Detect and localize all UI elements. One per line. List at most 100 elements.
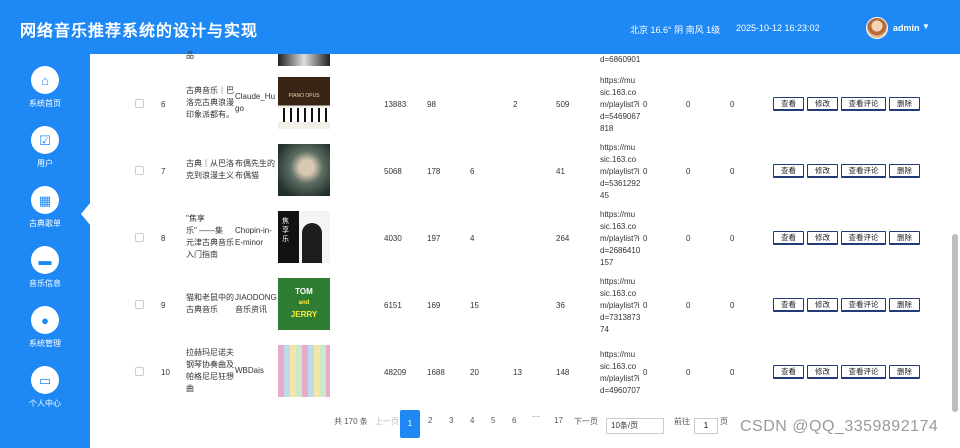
playlist-url-line: d=4960707: [600, 386, 641, 395]
playlist-author-line: go: [235, 104, 244, 113]
playlist-name: 拉赫玛尼诺夫 钢琴协奏曲及 帕格尼尼狂想曲: [186, 347, 236, 395]
playlist-url: d=6860901: [600, 55, 641, 64]
view-comments-button[interactable]: 查看评论: [841, 365, 886, 379]
prev-page-button[interactable]: 上一页: [375, 416, 399, 427]
row-checkbox[interactable]: [135, 166, 144, 175]
cover-text: JERRY: [290, 310, 318, 319]
view-button[interactable]: 查看: [773, 97, 804, 111]
playlist-name-line: 古典音乐: [186, 305, 218, 314]
playlist-author-line: WBDais: [235, 366, 264, 375]
table-row: 8 "焦享 乐" ——集 元津古典音乐 入门指南 Chopin-in- E-minor 焦享乐…: [0, 204, 920, 270]
view-button[interactable]: 查看: [773, 164, 804, 178]
playlist-name-line: 拉赫玛尼诺夫: [186, 348, 234, 357]
view-button[interactable]: 查看: [773, 231, 804, 245]
goto-page-input[interactable]: 1: [694, 418, 718, 434]
playlist-name-line: 洛克古典浪漫: [186, 98, 234, 107]
stat-cell: 15: [470, 301, 479, 310]
playlist-url-line: sic.163.co: [600, 88, 637, 97]
playlist-url-line: https://mu: [600, 277, 636, 286]
playlist-url-line: sic.163.co: [600, 362, 637, 371]
playlist-cover: [278, 144, 330, 196]
playlist-name: 古典｜从巴洛 克到浪漫主义: [186, 158, 236, 182]
playlist-url-line: 818: [600, 124, 614, 133]
cover-text: and: [298, 300, 310, 306]
playlist-url-line: sic.163.co: [600, 155, 637, 164]
playlist-name-line: 克到浪漫主义: [186, 171, 234, 180]
playlist-author-line: JIAODONG: [235, 293, 277, 302]
stat-cell: 0: [686, 167, 691, 176]
row-checkbox[interactable]: [135, 233, 144, 242]
view-comments-button[interactable]: 查看评论: [841, 164, 886, 178]
delete-button[interactable]: 删除: [889, 164, 920, 178]
app-title: 网络音乐推荐系统的设计与实现: [20, 23, 259, 40]
playlist-cover: 焦享乐: [278, 211, 330, 263]
playlist-name-line: 古典｜从巴洛: [186, 159, 234, 168]
playlist-url-line: https://mu: [600, 76, 636, 85]
delete-button[interactable]: 删除: [889, 298, 920, 312]
edit-button[interactable]: 修改: [807, 164, 838, 178]
chevron-down-icon[interactable]: ▼: [922, 22, 930, 31]
playlist-author: 布偶先生的 布偶猫: [235, 158, 281, 182]
playlist-name-line: 印象派都有。: [186, 110, 234, 119]
stat-cell: 0: [730, 234, 735, 243]
stat-cell: 13883: [384, 100, 407, 109]
user-name[interactable]: admin: [893, 23, 920, 33]
avatar[interactable]: [866, 17, 888, 39]
page-1-button[interactable]: 1: [400, 410, 420, 438]
playlist-url-line: sic.163.co: [600, 222, 637, 231]
edit-button[interactable]: 修改: [807, 231, 838, 245]
playlist-name: 猫和老鼠中的 古典音乐: [186, 292, 236, 316]
stat-cell: 0: [730, 100, 735, 109]
playlist-author-line: 音乐资讯: [235, 305, 267, 314]
playlist-name: "焦享 乐" ——集 元津古典音乐 入门指南: [186, 213, 236, 261]
delete-button[interactable]: 删除: [889, 97, 920, 111]
view-comments-button[interactable]: 查看评论: [841, 298, 886, 312]
stat-cell: 20: [470, 368, 479, 377]
stat-cell: 4030: [384, 234, 402, 243]
view-comments-button[interactable]: 查看评论: [841, 97, 886, 111]
stat-cell: 41: [556, 167, 565, 176]
page-6-button[interactable]: 6: [512, 416, 516, 425]
delete-button[interactable]: 删除: [889, 231, 920, 245]
cover-text: PIANO OPUS: [288, 93, 320, 99]
stat-cell: 169: [427, 301, 441, 310]
scrollbar[interactable]: [952, 234, 958, 412]
stat-cell: 178: [427, 167, 441, 176]
edit-button[interactable]: 修改: [807, 365, 838, 379]
playlist-author-line: E-minor: [235, 238, 264, 247]
playlist-name-line: "焦享: [186, 214, 205, 223]
playlist-author: Claude_Hugo: [235, 91, 281, 115]
page-size-select[interactable]: 10条/页: [606, 418, 664, 434]
delete-button[interactable]: 删除: [889, 365, 920, 379]
playlist-url-line: sic.163.co: [600, 289, 637, 298]
stat-cell: 0: [643, 167, 648, 176]
page-17-button[interactable]: 17: [554, 416, 563, 425]
page-5-button[interactable]: 5: [491, 416, 495, 425]
view-button[interactable]: 查看: [773, 298, 804, 312]
row-checkbox[interactable]: [135, 99, 144, 108]
page-4-button[interactable]: 4: [470, 416, 474, 425]
page-3-button[interactable]: 3: [449, 416, 453, 425]
row-checkbox[interactable]: [135, 300, 144, 309]
cover-text: 焦享乐: [282, 218, 289, 243]
page-2-button[interactable]: 2: [428, 416, 432, 425]
stat-cell: 5068: [384, 167, 402, 176]
playlist-url: https://mu sic.163.co m/playlist?i d=496070…: [600, 349, 646, 397]
page-size-value: 10条/页: [611, 421, 639, 430]
playlist-url-line: 45: [600, 191, 609, 200]
row-checkbox[interactable]: [135, 367, 144, 376]
more-pages-button[interactable]: ···: [532, 412, 540, 421]
playlist-author-line: Claude_Hu: [235, 92, 276, 101]
table-row: 10 拉赫玛尼诺夫 钢琴协奏曲及 帕格尼尼狂想曲 WBDais 48209 1688 20 13…: [0, 338, 920, 404]
view-comments-button[interactable]: 查看评论: [841, 231, 886, 245]
stat-cell: 36: [556, 301, 565, 310]
playlist-name: 品: [186, 51, 194, 60]
playlist-url-line: d=7313873: [600, 313, 641, 322]
edit-button[interactable]: 修改: [807, 97, 838, 111]
edit-button[interactable]: 修改: [807, 298, 838, 312]
view-button[interactable]: 查看: [773, 365, 804, 379]
next-page-button[interactable]: 下一页: [574, 416, 598, 427]
datetime: 2025-10-12 16:23:02: [736, 23, 820, 33]
row-index: 9: [161, 301, 166, 310]
stat-cell: 13: [513, 368, 522, 377]
